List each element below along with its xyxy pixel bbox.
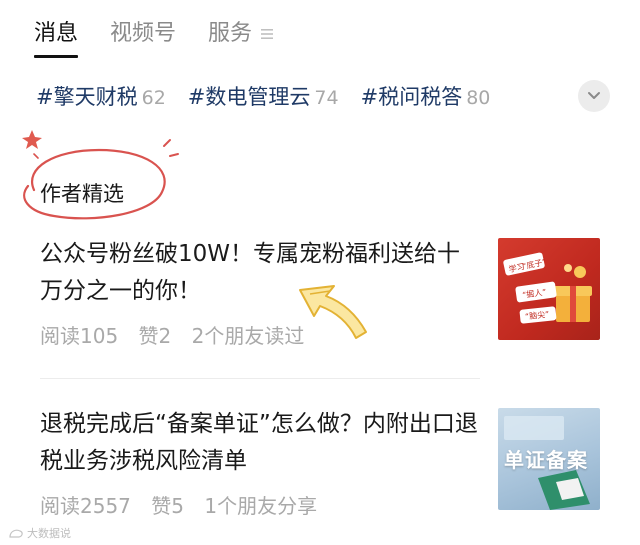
tab-messages[interactable]: 消息	[34, 18, 79, 58]
tab-label: 视频号	[110, 21, 177, 46]
hashtag-name: #税问税答	[360, 85, 463, 109]
like-count: 赞5	[151, 494, 184, 518]
friends-read: 2个朋友读过	[191, 324, 305, 348]
tab-label: 消息	[34, 21, 79, 46]
hashtag-item[interactable]: #税问税答 80	[361, 81, 491, 111]
menu-lines-icon[interactable]	[260, 18, 274, 50]
friends-shared: 1个朋友分享	[204, 494, 318, 518]
hashtag-count: 80	[466, 87, 491, 109]
top-tab-bar: 消息 视频号 服务	[34, 18, 274, 58]
watermark-text: 大数据说	[27, 527, 71, 540]
active-tab-underline	[34, 55, 79, 58]
hashtag-count: 74	[314, 87, 339, 109]
like-count: 赞2	[138, 324, 172, 348]
chevron-down-icon	[588, 92, 600, 99]
hashtag-item[interactable]: #擎天财税 62	[36, 81, 166, 111]
article-thumbnail: 学习 “底子” “掘人” “脑尖”	[498, 238, 600, 340]
section-title: 作者精选	[40, 182, 124, 206]
article-headline: 公众号粉丝破10W！专属宠粉福利送给十万分之一的你！	[40, 241, 461, 304]
gift-box-illustration: 学习 “底子” “掘人” “脑尖”	[503, 252, 592, 324]
hashtag-name: #擎天财税	[36, 85, 138, 109]
hashtag-row: #擎天财税 62 #数电管理云 74 #税问税答 80	[36, 80, 512, 112]
thumb-label: 单证备案	[504, 448, 588, 472]
expand-tags-button[interactable]	[578, 80, 610, 112]
article-thumbnail: 单证备案	[498, 408, 600, 510]
article-card[interactable]: 退税完成后“备案单证”怎么做？内附出口退税业务涉税风险清单 阅读2557 赞5 …	[40, 406, 600, 519]
hashtag-name: #数电管理云	[187, 85, 311, 109]
tab-channels[interactable]: 视频号	[110, 18, 176, 50]
divider	[40, 378, 480, 379]
tab-label: 服务	[208, 21, 253, 46]
article-headline: 退税完成后“备案单证”怎么做？内附出口退税业务涉税风险清单	[40, 411, 478, 474]
hashtag-item[interactable]: #数电管理云 74	[188, 81, 339, 111]
author-picks-header: 作者精选	[14, 128, 184, 233]
tab-services[interactable]: 服务	[208, 18, 252, 50]
pointer-arrow-decoration	[299, 285, 367, 339]
watermark-logo-icon	[9, 529, 23, 538]
hashtag-count: 62	[141, 87, 166, 109]
read-count: 阅读105	[40, 324, 119, 348]
read-count: 阅读2557	[40, 494, 131, 518]
watermark: 大数据说	[8, 525, 71, 541]
